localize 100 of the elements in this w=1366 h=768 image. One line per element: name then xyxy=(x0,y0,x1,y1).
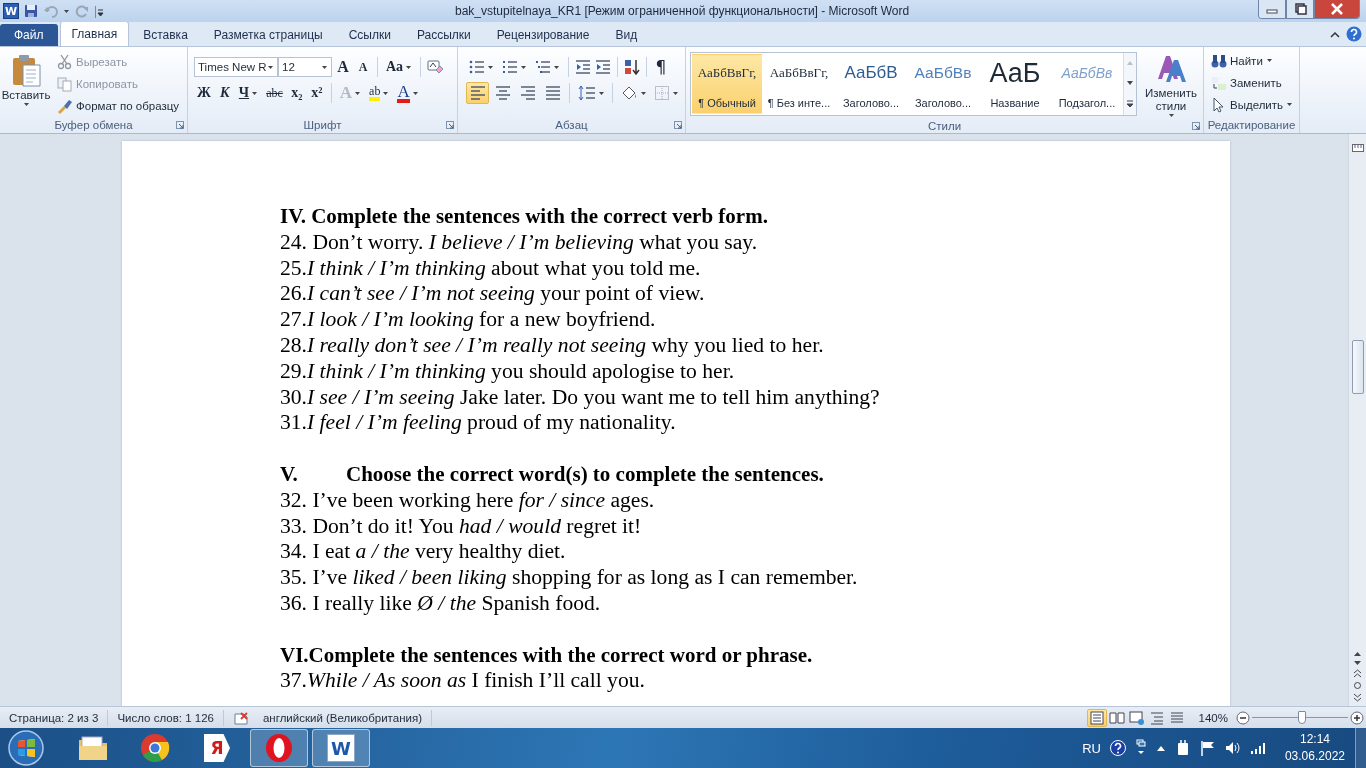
draft-view-icon xyxy=(1168,709,1185,726)
page-count[interactable]: Страница: 2 из 3 xyxy=(0,709,109,726)
ribbon-tab[interactable]: Рецензирование xyxy=(484,23,602,46)
scroll-down-icon[interactable] xyxy=(1126,80,1134,86)
superscript-button[interactable]: x² xyxy=(307,82,326,104)
font-size-field[interactable]: 12 xyxy=(278,57,332,77)
style-gallery-item[interactable]: АаБбВв Подзагол... xyxy=(1052,54,1122,114)
ribbon-tab[interactable]: Разметка страницы xyxy=(201,23,335,46)
replace-button[interactable]: Заменить xyxy=(1208,72,1297,93)
scrollbar-thumb[interactable] xyxy=(1351,340,1364,394)
word-app-icon: W xyxy=(327,734,355,762)
decrease-indent-icon[interactable] xyxy=(574,59,592,75)
bold-button[interactable]: Ж xyxy=(194,82,214,104)
dropdown-icon[interactable] xyxy=(267,64,274,70)
flag-icon[interactable] xyxy=(1199,740,1216,756)
help-icon[interactable] xyxy=(1346,26,1362,42)
yandex-browser-button[interactable]: Я xyxy=(188,729,246,767)
show-desktop-button[interactable] xyxy=(1355,728,1366,768)
dialog-launcher-icon[interactable] xyxy=(674,121,682,129)
exercise-sentence: 31.I feel / I’m feeling proud of my nationality. xyxy=(280,410,676,435)
style-gallery-item[interactable]: АаБбВвГг, ¶ Обычный xyxy=(692,54,762,114)
outline-view-icon xyxy=(1148,709,1165,726)
zoom-in-icon[interactable] xyxy=(1350,710,1364,725)
proofing-error-icon[interactable] xyxy=(232,710,249,725)
italic-button[interactable]: К xyxy=(215,82,234,104)
caret-icon xyxy=(405,64,413,70)
ribbon-tab[interactable]: Вставка xyxy=(131,23,200,46)
style-gallery-item[interactable]: АаБ Название xyxy=(980,54,1050,114)
ribbon-tab[interactable]: Ссылки xyxy=(336,23,403,46)
change-case-button[interactable]: Aa xyxy=(383,56,416,78)
previous-page-icon[interactable] xyxy=(1353,669,1362,678)
zoom-slider[interactable] xyxy=(1252,710,1348,725)
help-icon[interactable] xyxy=(1109,740,1126,756)
dialog-launcher-icon[interactable] xyxy=(446,121,454,129)
subscript-button[interactable]: x₂ xyxy=(287,82,306,104)
word-app-icon: W xyxy=(3,3,19,19)
word-count[interactable]: Число слов: 1 126 xyxy=(108,709,224,726)
clipboard-command[interactable]: Формат по образцу xyxy=(54,95,183,116)
show-formatting-marks-button[interactable]: ¶ xyxy=(652,56,670,78)
signal-icon[interactable] xyxy=(1249,741,1266,755)
sort-icon[interactable] xyxy=(623,58,641,76)
style-sample: АаБбВв xyxy=(1061,64,1113,83)
shrink-font-button[interactable]: A xyxy=(354,56,372,78)
align-left-button[interactable] xyxy=(466,82,490,104)
find-button[interactable]: Найти xyxy=(1208,50,1297,71)
maximize-button[interactable] xyxy=(1286,0,1314,19)
speaker-icon[interactable] xyxy=(1224,740,1241,756)
select-button[interactable]: Выделить xyxy=(1208,94,1297,115)
caret-icon xyxy=(411,90,419,96)
font-color-button[interactable]: A xyxy=(394,82,422,104)
more-styles-icon[interactable] xyxy=(1126,100,1134,108)
web-layout-button[interactable] xyxy=(1126,708,1147,727)
caret-icon xyxy=(671,90,679,96)
show-hidden-icons[interactable] xyxy=(1155,744,1166,752)
clock-time[interactable]: 12:14 xyxy=(1299,731,1330,748)
dropdown-icon[interactable] xyxy=(321,64,328,70)
ribbon-tab[interactable]: Рассылки xyxy=(404,23,483,46)
change-styles-button[interactable]: Изменить стили xyxy=(1143,51,1199,118)
font-name-field[interactable]: Times New R xyxy=(194,57,278,77)
language-bar-icon[interactable] xyxy=(1134,739,1147,757)
style-gallery-item[interactable]: АаБбВв Заголово... xyxy=(908,54,978,114)
print-layout-button[interactable] xyxy=(1086,708,1107,727)
collapse-ribbon-icon[interactable] xyxy=(1330,30,1340,38)
undo-dropdown-icon[interactable] xyxy=(63,8,70,14)
clear-formatting-icon[interactable] xyxy=(426,58,445,76)
caret-icon xyxy=(382,90,390,96)
zoom-level[interactable]: 140% xyxy=(1186,711,1236,724)
underline-button[interactable]: Ч xyxy=(235,82,262,104)
zoom-slider-thumb[interactable] xyxy=(1297,710,1306,724)
section-heading: VI.Complete the sentences with the correct word or phrase. xyxy=(280,642,813,669)
word-button[interactable]: W xyxy=(312,729,370,767)
increase-indent-icon[interactable] xyxy=(594,59,612,75)
paint-bucket-icon xyxy=(620,85,639,101)
exercise-sentence: 29.I think / I’m thinking you should apologise to her. xyxy=(280,358,735,383)
file-tab[interactable]: Файл xyxy=(0,24,58,46)
language-indicator[interactable]: английский (Великобритания) xyxy=(262,711,422,724)
style-gallery-item[interactable]: АаБбВ Заголово... xyxy=(836,54,906,114)
next-page-icon[interactable] xyxy=(1353,693,1362,702)
grow-font-button[interactable]: A xyxy=(334,56,352,78)
align-center-icon xyxy=(493,85,512,101)
save-icon[interactable] xyxy=(23,3,39,19)
input-language[interactable]: RU xyxy=(1082,740,1101,756)
opera-button[interactable] xyxy=(250,729,308,767)
strikethrough-button[interactable]: abc xyxy=(263,82,286,104)
exercise-sentence: 32. I’ve been working here for / since ages. xyxy=(280,487,655,512)
scroll-down-icon[interactable] xyxy=(1353,660,1362,666)
close-button[interactable] xyxy=(1314,0,1360,19)
clock-date[interactable]: 03.06.2022 xyxy=(1284,748,1345,765)
style-gallery-item[interactable]: АаБбВвГг, ¶ Без инте... xyxy=(764,54,834,114)
zoom-out-icon[interactable] xyxy=(1236,710,1250,725)
paste-button[interactable]: Вставить xyxy=(0,51,52,117)
customize-toolbar-icon[interactable] xyxy=(94,3,104,19)
ribbon-tab[interactable]: Главная xyxy=(59,21,130,46)
dialog-launcher-icon[interactable] xyxy=(1192,122,1200,130)
dialog-launcher-icon[interactable] xyxy=(176,121,184,129)
browse-object-icon[interactable] xyxy=(1353,681,1362,690)
highlight-button[interactable]: ab xyxy=(366,82,393,104)
ruler-toggle-icon[interactable] xyxy=(1351,142,1364,154)
scroll-up-icon[interactable] xyxy=(1353,651,1362,657)
ribbon-tab[interactable]: Вид xyxy=(603,23,650,46)
